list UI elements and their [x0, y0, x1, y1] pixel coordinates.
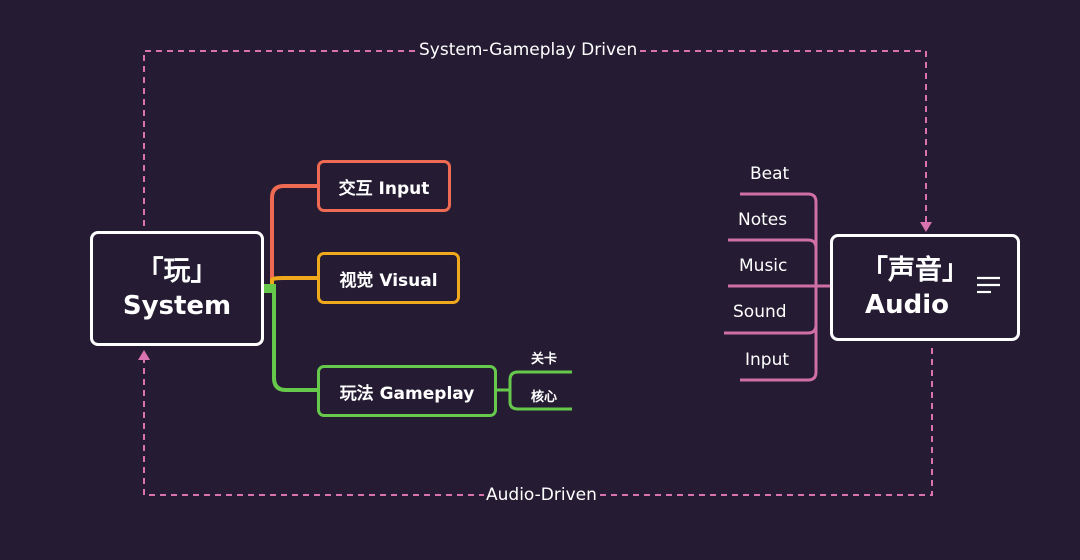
audio-leaf-sound[interactable]: Sound [733, 302, 787, 322]
menu-lines-icon[interactable] [976, 275, 1002, 297]
audio-leaf-beat[interactable]: Beat [750, 164, 789, 184]
audio-leaf-input[interactable]: Input [745, 350, 789, 370]
audio-leaf-music[interactable]: Music [739, 256, 787, 276]
branch-input [263, 184, 318, 290]
audio-title-cn: 「声音」 [861, 254, 969, 286]
branch-gameplay [263, 286, 318, 392]
system-title-cn: 「玩」 [136, 255, 218, 287]
input-node[interactable]: 交互 Input [317, 160, 451, 212]
system-node[interactable]: 「玩」 System [90, 231, 264, 346]
arrowhead-down [920, 222, 932, 232]
leaf-core[interactable]: 核心 [531, 386, 557, 405]
system-gameplay-flow-arrow [143, 50, 927, 226]
gameplay-node[interactable]: 玩法 Gameplay [317, 365, 497, 417]
system-title-en: System [122, 290, 232, 321]
visual-node[interactable]: 视觉 Visual [317, 252, 460, 304]
arrowhead-up [138, 350, 150, 360]
audio-title-en: Audio [865, 289, 950, 320]
branch-visual [270, 276, 318, 288]
top-flow-label: System-Gameplay Driven [417, 40, 640, 60]
branch-junction [262, 284, 276, 293]
bottom-flow-label: Audio-Driven [484, 485, 599, 505]
leaf-level[interactable]: 关卡 [531, 348, 557, 367]
audio-driven-flow-arrow [143, 348, 933, 496]
audio-leaf-notes[interactable]: Notes [738, 210, 787, 230]
